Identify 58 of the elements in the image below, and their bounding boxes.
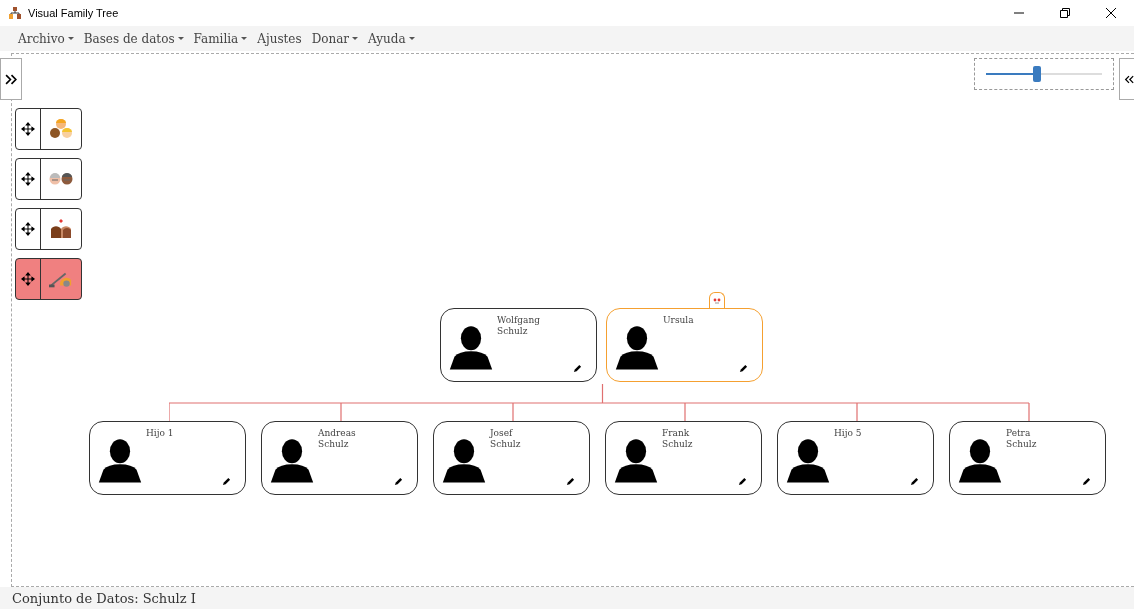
edit-icon[interactable] bbox=[394, 477, 403, 486]
menu-item[interactable]: Ajustes bbox=[257, 31, 302, 46]
family-icon bbox=[49, 118, 73, 140]
edit-icon[interactable] bbox=[566, 477, 575, 486]
person-name: Hijo 1 bbox=[146, 428, 174, 439]
tool-button[interactable] bbox=[15, 108, 82, 150]
close-icon[interactable] bbox=[1106, 8, 1116, 18]
menu-item[interactable]: Ayuda bbox=[368, 31, 415, 46]
menu-item[interactable]: Archivo bbox=[18, 31, 74, 46]
person-name: Hijo 5 bbox=[834, 428, 862, 439]
expand-right-button[interactable] bbox=[1119, 58, 1134, 100]
double-chevron-left-icon bbox=[1124, 73, 1134, 85]
menu-item[interactable]: Familia bbox=[193, 31, 248, 46]
tool-button[interactable] bbox=[15, 258, 82, 300]
edit-icon[interactable] bbox=[738, 477, 747, 486]
person-silhouette-icon bbox=[97, 438, 143, 483]
move-icon bbox=[21, 122, 35, 136]
move-icon bbox=[21, 172, 35, 186]
edit-icon[interactable] bbox=[1082, 477, 1091, 486]
edit-icon[interactable] bbox=[222, 477, 231, 486]
person-silhouette-icon bbox=[441, 438, 487, 483]
expand-left-button[interactable] bbox=[0, 58, 22, 100]
window-title: Visual Family Tree bbox=[28, 7, 119, 19]
person-card[interactable]: Frank Schulz bbox=[605, 421, 762, 495]
person-card[interactable]: Petra Schulz bbox=[949, 421, 1106, 495]
person-card[interactable]: Wolfgang Schulz bbox=[440, 308, 597, 382]
person-silhouette-icon bbox=[614, 325, 660, 370]
status-bar: Conjunto de Datos: Schulz I bbox=[0, 587, 1134, 609]
menu-item[interactable]: Donar bbox=[311, 31, 359, 46]
edit-icon[interactable] bbox=[573, 364, 582, 373]
person-card[interactable]: Josef Schulz bbox=[433, 421, 590, 495]
couple-kissing-icon bbox=[49, 218, 73, 240]
edit-icon[interactable] bbox=[910, 477, 919, 486]
tool-button[interactable] bbox=[15, 208, 82, 250]
restore-icon[interactable] bbox=[1060, 8, 1070, 18]
person-name: Wolfgang Schulz bbox=[497, 315, 540, 337]
person-card[interactable]: Ursula bbox=[606, 308, 763, 382]
person-card[interactable]: Hijo 5 bbox=[777, 421, 934, 495]
edit-icon[interactable] bbox=[739, 364, 748, 373]
person-silhouette-icon bbox=[613, 438, 659, 483]
person-silhouette-icon bbox=[448, 325, 494, 370]
double-chevron-right-icon bbox=[4, 73, 18, 85]
person-name: Andreas Schulz bbox=[318, 428, 356, 450]
move-icon bbox=[21, 222, 35, 236]
move-icon bbox=[21, 272, 35, 286]
person-name: Frank Schulz bbox=[662, 428, 693, 450]
person-name: Ursula bbox=[663, 315, 694, 326]
person-silhouette-icon bbox=[957, 438, 1003, 483]
menu-item[interactable]: Bases de datos bbox=[83, 31, 184, 46]
person-card[interactable]: Andreas Schulz bbox=[261, 421, 418, 495]
app-logo-icon bbox=[8, 6, 22, 20]
person-name: Josef Schulz bbox=[490, 428, 521, 450]
zoom-slider[interactable] bbox=[986, 66, 1102, 82]
person-name: Petra Schulz bbox=[1006, 428, 1037, 450]
person-card[interactable]: Hijo 1 bbox=[89, 421, 246, 495]
tool-button[interactable] bbox=[15, 158, 82, 200]
person-silhouette-icon bbox=[269, 438, 315, 483]
person-silhouette-icon bbox=[785, 438, 831, 483]
